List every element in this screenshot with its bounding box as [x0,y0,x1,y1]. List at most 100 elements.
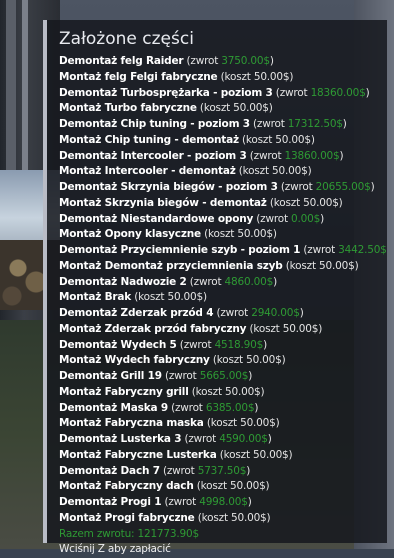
part-cost-label: (koszt 50.00$) [195,512,271,524]
list-item: Montaż Fabryczne Lusterka (koszt 50.00$) [59,448,387,464]
part-cost-label: (koszt 50.00$) [217,71,293,83]
closing-paren: ) [248,496,252,508]
part-cost-label: (zwrot [160,465,198,477]
part-action: Montaż Fabryczny grill [59,386,189,398]
part-action: Demontaż Lusterka 3 [59,433,181,445]
list-item: Montaż Fabryczny dach (koszt 50.00$) [59,479,387,495]
closing-paren: ) [320,213,324,225]
part-cost-label: (koszt 50.00$) [210,354,286,366]
refund-amount: 17312.50$ [288,118,343,130]
panel-title: Założone części [59,28,387,50]
part-cost-label: (zwrot [181,433,219,445]
list-item: Montaż Fabryczna maska (koszt 50.00$) [59,416,387,432]
part-cost-label: (zwrot [213,307,251,319]
list-item: Montaż Demontaż przyciemnienia szyb (kos… [59,259,387,275]
list-item: Montaż felg Felgi fabryczne (koszt 50.00… [59,70,387,86]
part-action: Demontaż Maska 9 [59,402,168,414]
part-cost-label: (koszt 50.00$) [267,197,343,209]
refund-amount: 18360.00$ [311,87,366,99]
pay-hint: Wciśnij Z aby zapłacić [59,542,387,558]
list-item: Demontaż Grill 19 (zwrot 5665.00$) [59,369,387,385]
list-item: Demontaż Wydech 5 (zwrot 4518.90$) [59,338,387,354]
part-cost-label: (koszt 50.00$) [197,102,273,114]
closing-paren: ) [248,370,252,382]
part-action: Demontaż Intercooler - poziom 3 [59,150,247,162]
refund-amount: 20655.00$ [316,181,371,193]
part-cost-label: (zwrot [278,181,316,193]
closing-paren: ) [254,402,258,414]
list-item: Demontaż Lusterka 3 (zwrot 4590.00$) [59,432,387,448]
part-action: Demontaż Turbosprężarka - poziom 3 [59,87,273,99]
part-action: Montaż Zderzak przód fabryczny [59,323,246,335]
parts-list: Demontaż felg Raider (zwrot 3750.00$)Mon… [59,54,387,527]
list-item: Montaż Chip tuning - demontaż (koszt 50.… [59,133,387,149]
closing-paren: ) [268,433,272,445]
part-action: Demontaż felg Raider [59,55,183,67]
refund-total-value: Razem zwrotu: 121773.90$ [59,528,199,540]
part-cost-label: (koszt 50.00$) [201,228,277,240]
list-item: Montaż Turbo fabryczne (koszt 50.00$) [59,101,387,117]
part-action: Demontaż Progi 1 [59,496,161,508]
part-cost-label: (koszt 50.00$) [194,480,270,492]
refund-amount: 5737.50$ [198,465,247,477]
part-cost-label: (zwrot [177,339,215,351]
list-item: Demontaż Turbosprężarka - poziom 3 (zwro… [59,86,387,102]
refund-amount: 13860.00$ [285,150,340,162]
part-action: Demontaż Nadwozie 2 [59,276,187,288]
part-action: Montaż Turbo fabryczne [59,102,197,114]
part-action: Demontaż Chip tuning - poziom 3 [59,118,250,130]
refund-amount: 3750.00$ [221,55,270,67]
part-action: Montaż Fabryczne Lusterka [59,449,217,461]
refund-amount: 4590.00$ [219,433,268,445]
installed-parts-panel: Założone części Demontaż felg Raider (zw… [43,20,387,543]
closing-paren: ) [246,465,250,477]
part-action: Montaż felg Felgi fabryczne [59,71,217,83]
part-cost-label: (zwrot [187,276,225,288]
list-item: Demontaż felg Raider (zwrot 3750.00$) [59,54,387,70]
part-action: Montaż Fabryczny dach [59,480,194,492]
part-cost-label: (koszt 50.00$) [246,323,322,335]
list-item: Demontaż Intercooler - poziom 3 (zwrot 1… [59,149,387,165]
list-item: Montaż Skrzynia biegów - demontaż (koszt… [59,196,387,212]
part-action: Montaż Progi fabryczne [59,512,195,524]
part-cost-label: (koszt 50.00$) [204,417,280,429]
refund-amount: 5665.00$ [200,370,249,382]
part-action: Montaż Wydech fabryczny [59,354,210,366]
refund-total: Razem zwrotu: 121773.90$ [59,527,387,543]
part-cost-label: (koszt 50.00$) [131,291,207,303]
part-action: Montaż Intercooler - demontaż [59,165,236,177]
part-cost-label: (zwrot [168,402,206,414]
list-item: Montaż Opony klasyczne (koszt 50.00$) [59,227,387,243]
refund-amount: 0.00$ [291,213,320,225]
part-action: Demontaż Grill 19 [59,370,162,382]
list-item: Montaż Brak (koszt 50.00$) [59,290,387,306]
list-item: Demontaż Skrzynia biegów - poziom 3 (zwr… [59,180,387,196]
part-cost-label: (koszt 50.00$) [217,449,293,461]
list-item: Montaż Wydech fabryczny (koszt 50.00$) [59,353,387,369]
closing-paren: ) [371,181,375,193]
part-action: Montaż Skrzynia biegów - demontaż [59,197,267,209]
part-cost-label: (zwrot [300,244,338,256]
part-action: Demontaż Przyciemnienie szyb - poziom 1 [59,244,300,256]
list-item: Montaż Intercooler - demontaż (koszt 50.… [59,164,387,180]
part-cost-label: (zwrot [162,370,200,382]
list-item: Demontaż Przyciemnienie szyb - poziom 1 … [59,243,387,259]
list-item: Demontaż Zderzak przód 4 (zwrot 2940.00$… [59,306,387,322]
refund-amount: 4860.00$ [225,276,274,288]
part-action: Montaż Demontaż przyciemnienia szyb [59,260,283,272]
part-action: Demontaż Niestandardowe opony [59,213,253,225]
part-action: Montaż Brak [59,291,131,303]
refund-amount: 3442.50$ [338,244,387,256]
closing-paren: ) [300,307,304,319]
part-action: Demontaż Dach 7 [59,465,160,477]
part-cost-label: (zwrot [250,118,288,130]
list-item: Demontaż Nadwozie 2 (zwrot 4860.00$) [59,275,387,291]
part-action: Montaż Opony klasyczne [59,228,201,240]
list-item: Demontaż Chip tuning - poziom 3 (zwrot 1… [59,117,387,133]
part-action: Demontaż Wydech 5 [59,339,177,351]
list-item: Demontaż Maska 9 (zwrot 6385.00$) [59,401,387,417]
closing-paren: ) [366,87,370,99]
part-cost-label: (zwrot [273,87,311,99]
refund-amount: 2940.00$ [251,307,300,319]
closing-paren: ) [343,118,347,130]
